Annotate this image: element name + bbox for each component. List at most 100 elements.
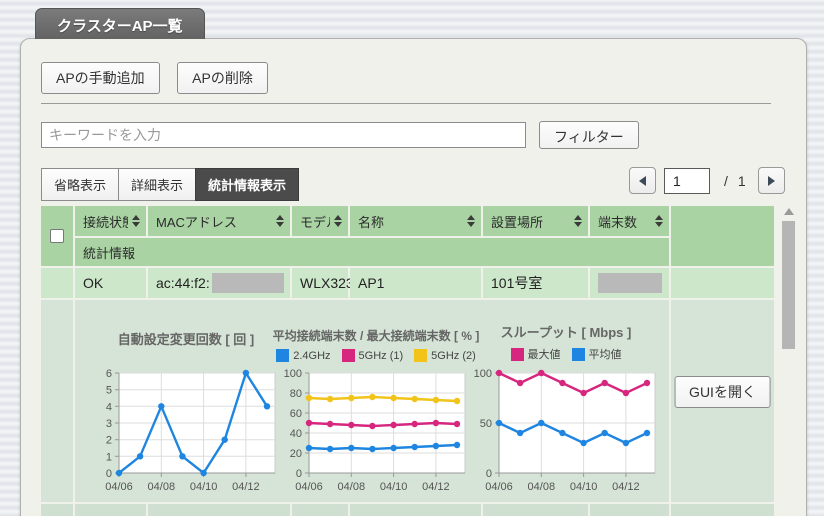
- legend-swatch: [341, 349, 355, 362]
- header-mac-address[interactable]: MACアドレス: [148, 206, 290, 236]
- line-chart-plot: 0 1 2 3 4 5 6 04/06 04/08 04/10 04/12: [105, 368, 276, 493]
- sort-icon[interactable]: [651, 215, 663, 227]
- page-title-tab: クラスターAP一覧: [35, 8, 205, 39]
- scrollbar-thumb[interactable]: [782, 221, 795, 349]
- svg-text:0: 0: [106, 468, 112, 480]
- chart-legend: 最大値 平均値: [510, 346, 622, 362]
- sort-icon[interactable]: [128, 215, 140, 227]
- sort-icon[interactable]: [272, 215, 284, 227]
- svg-text:04/12: 04/12: [612, 481, 640, 493]
- partial-row-cell: [148, 504, 290, 516]
- scroll-up-icon[interactable]: [783, 208, 794, 215]
- legend-item: 2.4GHz: [276, 349, 331, 362]
- chevron-left-icon: [639, 175, 646, 186]
- svg-text:04/10: 04/10: [570, 481, 598, 493]
- svg-text:2: 2: [106, 435, 112, 447]
- sort-icon[interactable]: [330, 215, 342, 227]
- cell-location: 101号室: [483, 268, 588, 298]
- tab-detail-view[interactable]: 詳細表示: [118, 168, 197, 201]
- page-total: 1: [737, 172, 746, 189]
- view-mode-tabs: 省略表示 詳細表示 統計情報表示: [41, 168, 300, 201]
- legend-item: 5GHz (1): [341, 349, 403, 362]
- chart-auto-config-changes: 自動設定変更回数 [ 回 ] 0 1 2 3 4 5 6 04/06 04/08 04/10 04/…: [91, 312, 281, 500]
- svg-text:6: 6: [106, 368, 112, 380]
- header-terminal-count[interactable]: 端末数: [590, 206, 669, 236]
- svg-text:100: 100: [284, 368, 302, 380]
- tab-statistics-view[interactable]: 統計情報表示: [195, 168, 300, 201]
- svg-text:100: 100: [474, 368, 492, 380]
- cell-model: WLX323: [292, 268, 354, 298]
- next-page-button[interactable]: [757, 167, 785, 194]
- svg-text:04/06: 04/06: [105, 481, 133, 493]
- legend-item: 最大値: [510, 346, 561, 362]
- legend-swatch: [276, 349, 290, 362]
- tab-summary-view[interactable]: 省略表示: [41, 168, 120, 201]
- line-chart-plot: 0 20 40 60 80 100 04/06 04/08 04/10 04/12: [284, 368, 466, 493]
- subheader-statistics: 統計情報: [75, 238, 669, 266]
- svg-text:04/06: 04/06: [295, 481, 323, 493]
- svg-text:4: 4: [106, 401, 112, 413]
- partial-row-cell: [483, 504, 588, 516]
- gui-button-cell: GUIを開く: [671, 300, 774, 502]
- partial-row-cell: [671, 504, 774, 516]
- page-title: クラスターAP一覧: [57, 18, 183, 35]
- svg-text:04/06: 04/06: [485, 481, 513, 493]
- row-empty-cell: [671, 268, 774, 298]
- header-model[interactable]: モデル: [292, 206, 348, 236]
- svg-text:04/08: 04/08: [338, 481, 366, 493]
- prev-page-button[interactable]: [629, 167, 656, 194]
- svg-text:04/08: 04/08: [148, 481, 176, 493]
- partial-row-cell: [590, 504, 669, 516]
- redacted-count-box: [598, 273, 662, 293]
- svg-text:5: 5: [106, 385, 112, 397]
- add-ap-button[interactable]: APの手動追加: [41, 62, 160, 94]
- table-scrollbar: [780, 206, 797, 516]
- redacted-mac-box: [211, 273, 284, 293]
- svg-text:04/10: 04/10: [380, 481, 408, 493]
- line-chart-plot: 0 50 100 04/06 04/08 04/10 04/12: [474, 368, 656, 493]
- partial-row-cell: [41, 504, 73, 516]
- header-empty-cell: [671, 206, 774, 266]
- filter-button[interactable]: フィルター: [539, 121, 639, 149]
- separator-line: [41, 103, 771, 104]
- sort-icon[interactable]: [463, 215, 475, 227]
- svg-text:04/12: 04/12: [422, 481, 450, 493]
- cell-terminal-count: [590, 268, 669, 298]
- main-panel: APの手動追加 APの削除 フィルター 省略表示 詳細表示 統計情報表示 / 1…: [20, 38, 807, 516]
- header-connection-status[interactable]: 接続状態: [75, 206, 146, 236]
- statistics-charts-cell: 自動設定変更回数 [ 回 ] 0 1 2 3 4 5 6 04/06 04/08 04/10 04/…: [75, 300, 669, 502]
- partial-row-cell: [350, 504, 481, 516]
- stats-checkbox-cell: [41, 300, 73, 502]
- open-gui-button[interactable]: GUIを開く: [674, 376, 771, 408]
- chart-connected-terminals: 平均接続端末数 / 最大接続端末数 [ % ] 2.4GHz 5GHz (1) 5G…: [273, 312, 480, 500]
- partial-row-cell: [292, 504, 348, 516]
- cell-status: OK: [75, 268, 146, 298]
- svg-text:50: 50: [480, 418, 492, 430]
- svg-text:0: 0: [486, 468, 492, 480]
- legend-swatch: [571, 347, 585, 361]
- mac-prefix: ac:44:f2:: [156, 275, 210, 291]
- row-checkbox-cell: [41, 268, 73, 298]
- legend-item: 平均値: [571, 346, 622, 362]
- legend-swatch: [414, 349, 428, 362]
- chart-throughput: スループット [ Mbps ] 最大値 平均値 0 50 100 04/06 04/08 04…: [471, 312, 661, 500]
- header-location[interactable]: 設置場所: [483, 206, 588, 236]
- legend-swatch: [510, 347, 524, 361]
- svg-text:0: 0: [296, 468, 302, 480]
- keyword-search-input[interactable]: [41, 122, 526, 148]
- svg-text:60: 60: [290, 408, 302, 420]
- page-separator: /: [724, 172, 728, 189]
- svg-text:3: 3: [106, 418, 112, 430]
- svg-text:04/08: 04/08: [528, 481, 556, 493]
- delete-ap-button[interactable]: APの削除: [177, 62, 268, 94]
- page-number-input[interactable]: [664, 167, 710, 194]
- svg-text:20: 20: [290, 448, 302, 460]
- svg-text:04/12: 04/12: [232, 481, 260, 493]
- svg-text:1: 1: [106, 451, 112, 463]
- svg-text:40: 40: [290, 428, 302, 440]
- header-name[interactable]: 名称: [350, 206, 481, 236]
- select-all-checkbox[interactable]: [50, 229, 64, 243]
- chart-title: 平均接続端末数 / 最大接続端末数 [ % ]: [272, 329, 480, 343]
- sort-icon[interactable]: [570, 215, 582, 227]
- cell-mac: ac:44:f2:: [148, 268, 290, 298]
